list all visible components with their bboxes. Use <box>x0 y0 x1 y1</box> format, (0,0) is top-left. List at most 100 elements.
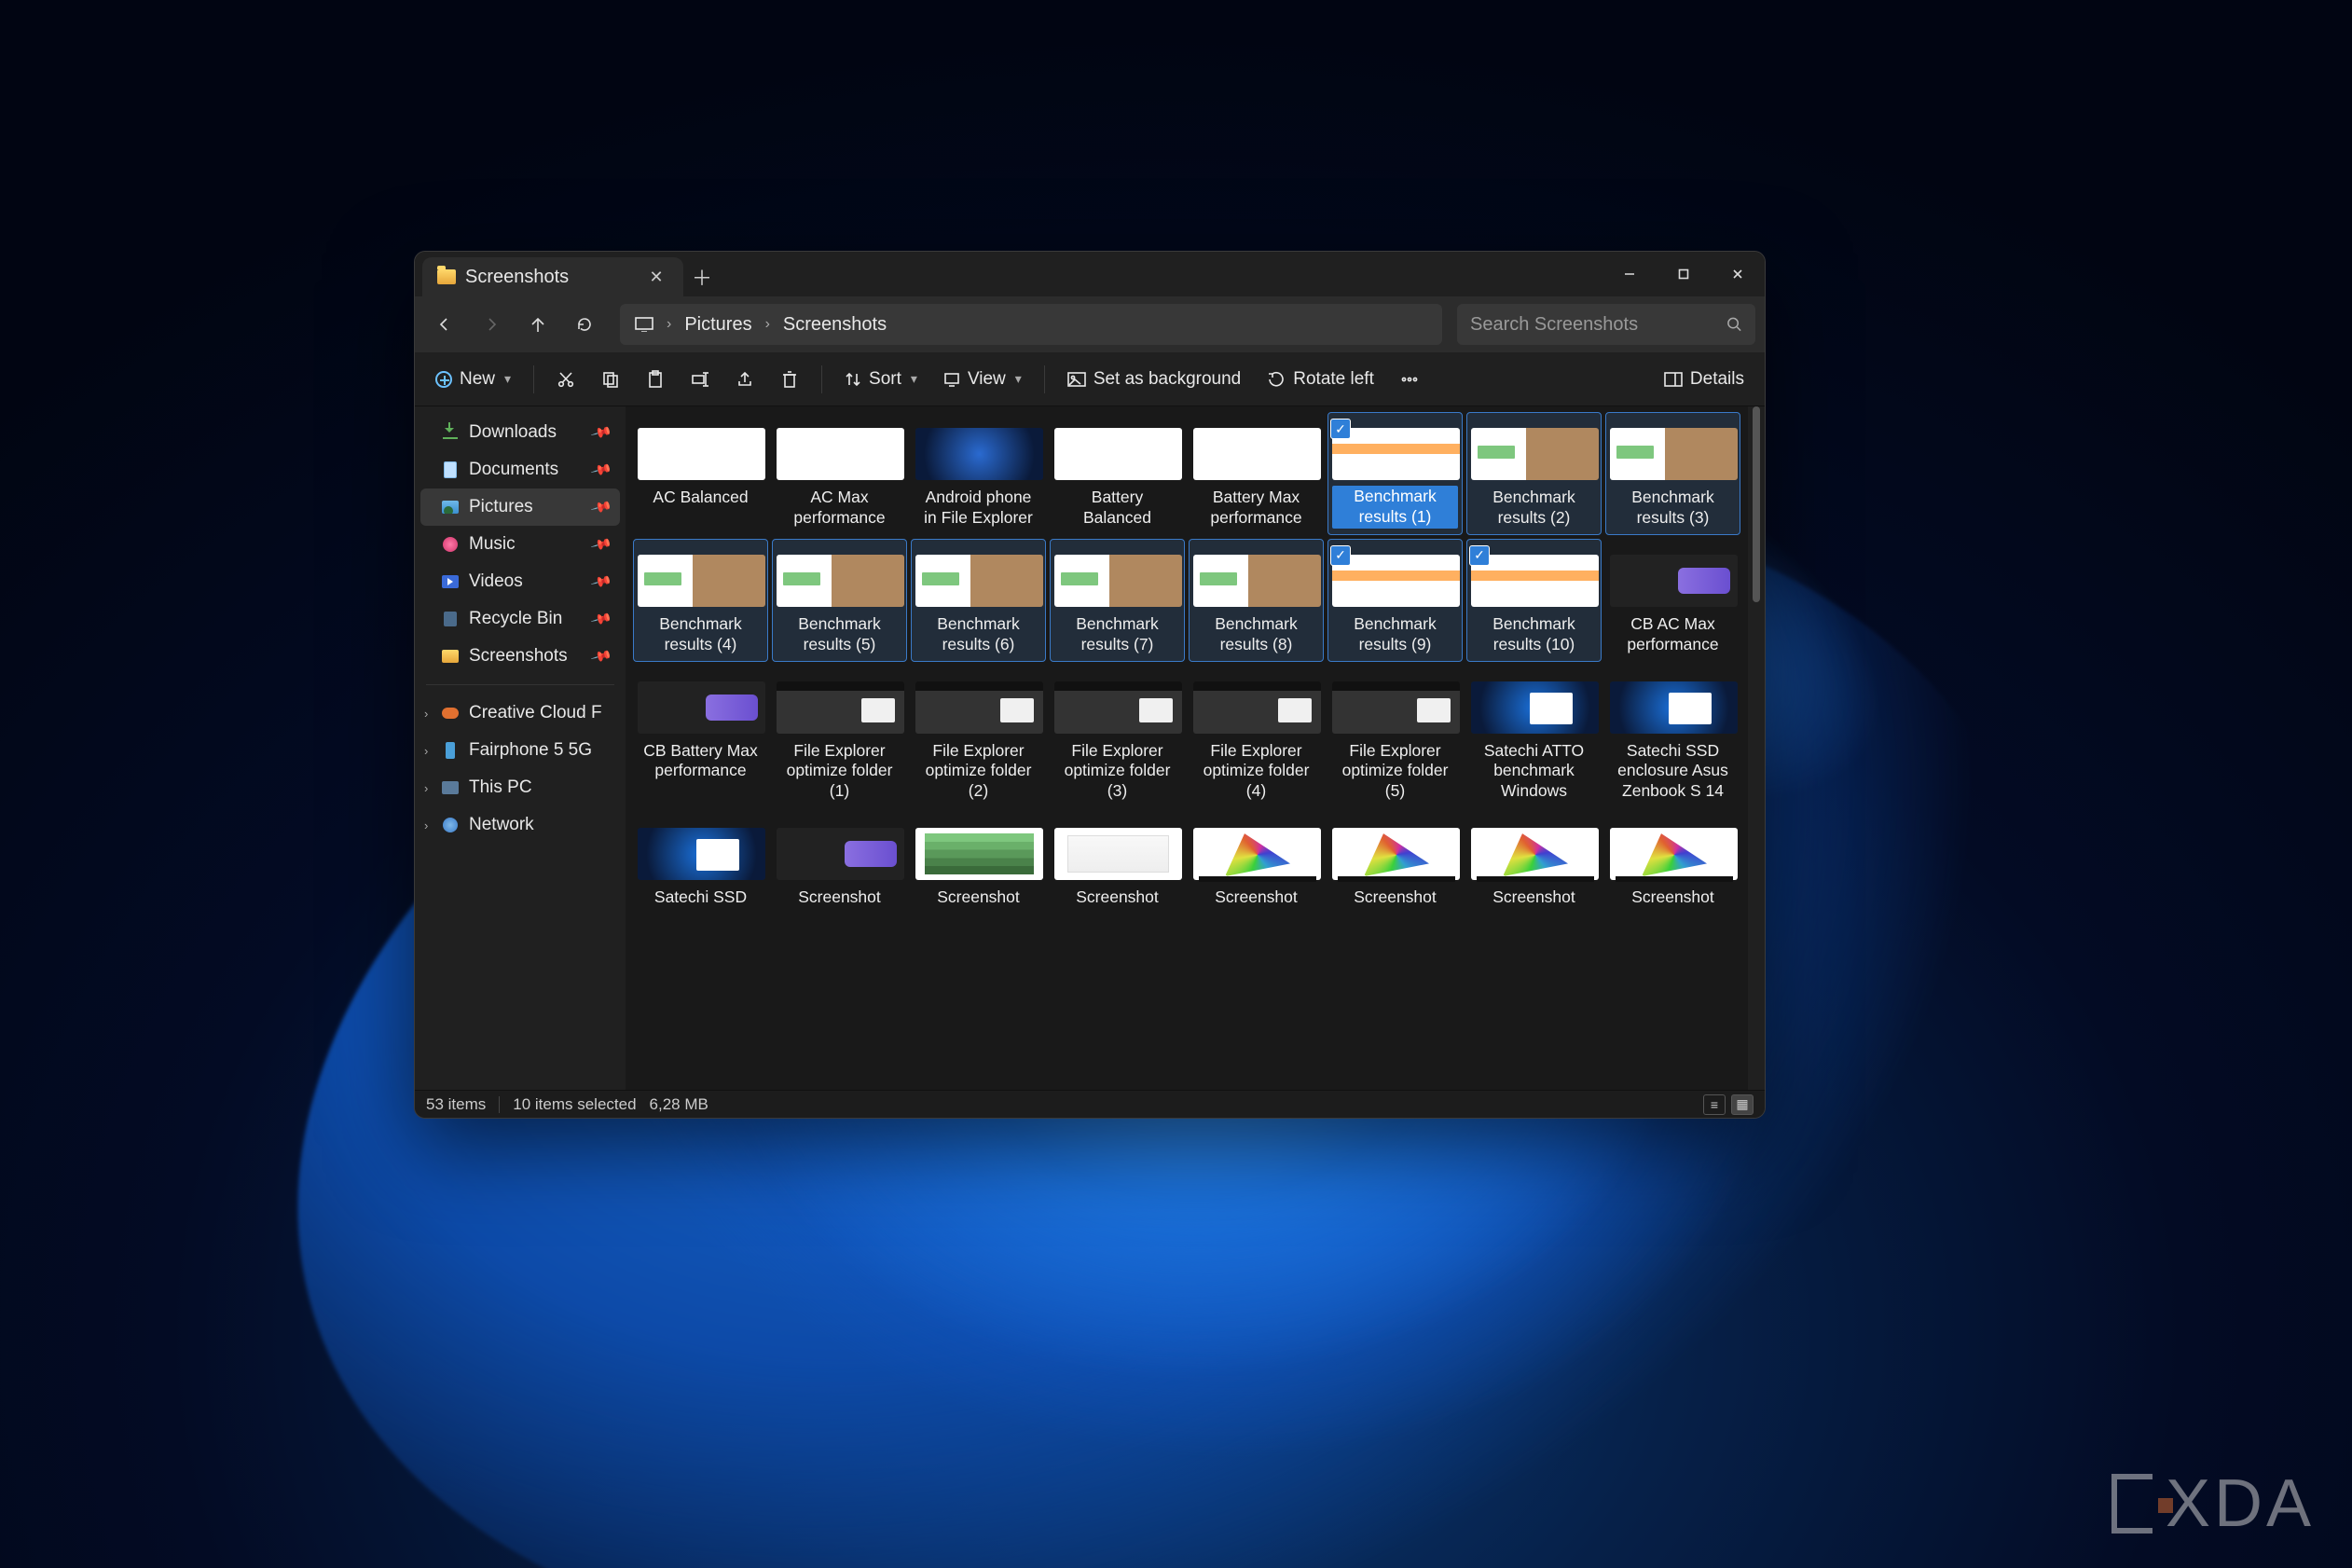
file-name: Benchmark results (4) <box>638 612 763 655</box>
rotate-left-button[interactable]: Rotate left <box>1256 361 1385 398</box>
maximize-button[interactable] <box>1657 252 1711 296</box>
file-item[interactable]: Screenshot <box>1189 812 1324 915</box>
sidebar-item-pictures[interactable]: Pictures📌 <box>420 488 620 526</box>
file-item[interactable]: Benchmark results (4) <box>633 539 768 662</box>
sidebar-item-net[interactable]: ›Network <box>420 806 620 844</box>
file-thumbnail <box>1193 428 1321 480</box>
file-item[interactable]: Benchmark results (9) <box>1327 539 1463 662</box>
file-item[interactable]: Benchmark results (6) <box>911 539 1046 662</box>
file-item[interactable]: Screenshot <box>1327 812 1463 915</box>
file-item[interactable]: File Explorer optimize folder (3) <box>1050 666 1185 809</box>
tab-screenshots[interactable]: Screenshots ✕ <box>422 257 683 296</box>
file-name: AC Balanced <box>638 486 763 508</box>
share-button[interactable] <box>724 361 765 398</box>
sidebar-item-videos[interactable]: Videos📌 <box>420 563 620 600</box>
sidebar-item-screenshots[interactable]: Screenshots📌 <box>420 638 620 675</box>
file-item[interactable]: Benchmark results (7) <box>1050 539 1185 662</box>
file-item[interactable]: Screenshot <box>1050 812 1185 915</box>
file-item[interactable]: Benchmark results (2) <box>1466 412 1602 535</box>
fp5-icon <box>441 741 460 760</box>
chevron-right-icon[interactable]: › <box>663 316 675 333</box>
search-input[interactable] <box>1470 314 1717 336</box>
sort-button[interactable]: Sort▾ <box>833 361 928 398</box>
chevron-right-icon[interactable]: › <box>424 707 428 721</box>
search-box[interactable] <box>1457 304 1755 345</box>
chevron-right-icon[interactable]: › <box>424 818 428 832</box>
file-name: Satechi ATTO benchmark Windows <box>1471 739 1597 803</box>
breadcrumb-pictures[interactable]: Pictures <box>675 304 761 345</box>
file-name: File Explorer optimize folder (3) <box>1054 739 1180 803</box>
scrollbar-thumb[interactable] <box>1753 406 1760 602</box>
file-name: AC Max performance <box>777 486 902 529</box>
sidebar-item-downloads[interactable]: Downloads📌 <box>420 414 620 451</box>
file-item[interactable]: File Explorer optimize folder (1) <box>772 666 907 809</box>
cut-button[interactable] <box>545 361 586 398</box>
file-thumbnail <box>638 828 765 880</box>
file-item[interactable]: Benchmark results (10) <box>1466 539 1602 662</box>
file-item[interactable]: Battery Balanced <box>1050 412 1185 535</box>
chevron-right-icon[interactable]: › <box>424 744 428 758</box>
pin-icon: 📌 <box>590 571 613 594</box>
minimize-button[interactable] <box>1602 252 1657 296</box>
file-item[interactable]: Satechi SSD enclosure Asus Zenbook S 14 <box>1605 666 1740 809</box>
back-button[interactable] <box>424 304 465 345</box>
scrollbar[interactable] <box>1748 406 1765 1090</box>
sidebar-item-cc[interactable]: ›Creative Cloud F <box>420 695 620 732</box>
file-item[interactable]: CB AC Max performance <box>1605 539 1740 662</box>
new-button[interactable]: New▾ <box>424 361 522 398</box>
file-item[interactable]: File Explorer optimize folder (4) <box>1189 666 1324 809</box>
pin-icon: 📌 <box>590 645 613 668</box>
file-item[interactable]: File Explorer optimize folder (2) <box>911 666 1046 809</box>
set-background-button[interactable]: Set as background <box>1056 361 1252 398</box>
file-item[interactable]: File Explorer optimize folder (5) <box>1327 666 1463 809</box>
sidebar-item-documents[interactable]: Documents📌 <box>420 451 620 488</box>
file-item[interactable]: Benchmark results (8) <box>1189 539 1324 662</box>
address-bar[interactable]: › Pictures › Screenshots <box>620 304 1442 345</box>
refresh-button[interactable] <box>564 304 605 345</box>
breadcrumb-screenshots[interactable]: Screenshots <box>774 304 896 345</box>
more-button[interactable] <box>1389 361 1430 398</box>
file-item[interactable]: Benchmark results (3) <box>1605 412 1740 535</box>
new-tab-button[interactable]: ＋ <box>683 257 721 296</box>
file-thumbnail <box>777 828 904 880</box>
sidebar-item-fp5[interactable]: ›Fairphone 5 5G <box>420 732 620 769</box>
chevron-right-icon[interactable]: › <box>424 781 428 795</box>
rename-icon <box>691 370 709 389</box>
file-item[interactable]: Benchmark results (5) <box>772 539 907 662</box>
up-button[interactable] <box>517 304 558 345</box>
pin-icon: 📌 <box>590 533 613 557</box>
pin-icon: 📌 <box>590 496 613 519</box>
rename-button[interactable] <box>680 361 721 398</box>
sidebar-item-recycle[interactable]: Recycle Bin📌 <box>420 600 620 638</box>
file-item[interactable]: Screenshot <box>1466 812 1602 915</box>
tab-close-button[interactable]: ✕ <box>644 265 668 289</box>
chevron-right-icon[interactable]: › <box>762 316 774 333</box>
forward-button[interactable] <box>471 304 512 345</box>
file-grid[interactable]: AC Balanced AC Max performanceAndroid pho… <box>626 406 1748 1090</box>
file-item[interactable]: CB Battery Max performance <box>633 666 768 809</box>
sidebar-item-thispc[interactable]: ›This PC <box>420 769 620 806</box>
details-pane-button[interactable]: Details <box>1653 361 1755 398</box>
address-root-icon[interactable] <box>626 304 663 345</box>
file-item[interactable]: AC Max performance <box>772 412 907 535</box>
file-item[interactable]: Satechi SSD <box>633 812 768 915</box>
view-button[interactable]: View▾ <box>932 361 1033 398</box>
chevron-down-icon: ▾ <box>504 371 511 387</box>
file-item[interactable]: Satechi ATTO benchmark Windows <box>1466 666 1602 809</box>
thumbnails-view-button[interactable]: ▦ <box>1731 1094 1754 1115</box>
screenshots-icon <box>441 647 460 666</box>
file-item[interactable]: AC Balanced <box>633 412 768 535</box>
delete-button[interactable] <box>769 361 810 398</box>
sidebar-item-music[interactable]: Music📌 <box>420 526 620 563</box>
copy-button[interactable] <box>590 361 631 398</box>
file-item[interactable]: Android phone in File Explorer <box>911 412 1046 535</box>
paste-button[interactable] <box>635 361 676 398</box>
file-item[interactable]: Screenshot <box>1605 812 1740 915</box>
file-item[interactable]: Screenshot <box>911 812 1046 915</box>
details-view-button[interactable]: ≡ <box>1703 1094 1726 1115</box>
file-item[interactable]: Battery Max performance <box>1189 412 1324 535</box>
file-name: Screenshot <box>1610 886 1736 908</box>
close-window-button[interactable] <box>1711 252 1765 296</box>
file-item[interactable]: Benchmark results (1) <box>1327 412 1463 535</box>
file-item[interactable]: Screenshot <box>772 812 907 915</box>
